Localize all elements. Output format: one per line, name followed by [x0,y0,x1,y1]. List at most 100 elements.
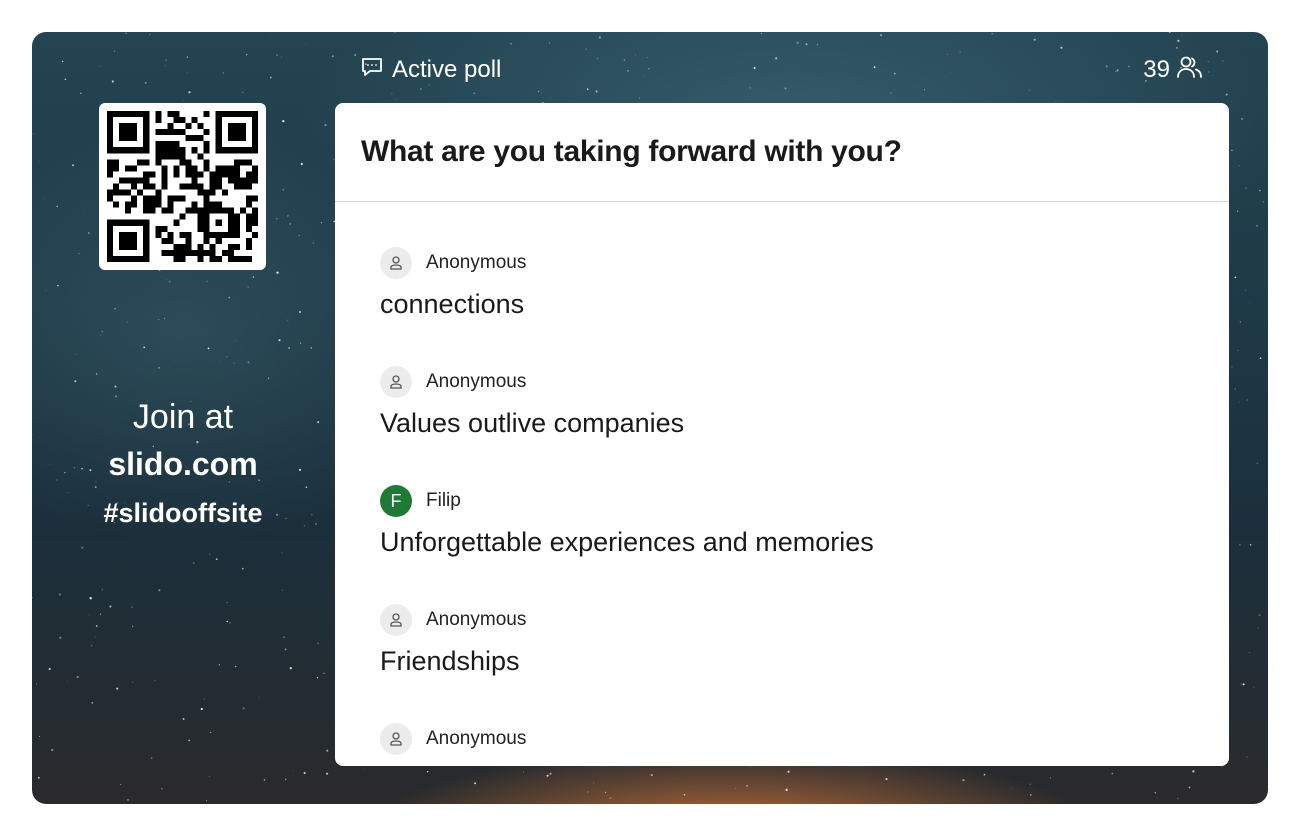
qr-module [215,219,222,226]
star [234,665,237,668]
qr-module [191,201,198,208]
qr-module [155,147,162,154]
star [220,360,222,362]
star [161,788,163,790]
qr-module [107,165,114,172]
qr-module [197,123,204,130]
qr-module [167,141,174,148]
star [114,385,117,388]
star [158,319,160,321]
star [753,67,756,69]
list-item: Anonymous Friendships [380,604,526,678]
star [234,340,236,342]
star [354,54,356,56]
qr-module [233,171,240,178]
star [775,57,778,60]
star [1049,777,1051,779]
star [1211,75,1213,76]
star [816,44,819,46]
star [286,214,289,217]
participant-counter: 39 [1143,56,1204,84]
qr-module [203,129,210,136]
star [1241,118,1243,120]
qr-module [185,159,192,166]
qr-module [167,147,174,154]
qr-module [167,111,174,118]
star [1256,462,1258,464]
person-icon [380,366,412,398]
star [303,524,306,527]
join-instructions: Join at slido.com #slidooffsite [70,395,296,537]
qr-module [119,177,126,184]
star [116,687,119,690]
qr-module [215,171,222,178]
qr-module [107,171,114,178]
qr-module [251,213,258,220]
star [58,593,62,596]
star [1234,276,1237,279]
star [143,346,146,349]
qr-module [233,225,240,232]
star [1231,149,1233,152]
star [364,768,365,770]
qr-module [155,225,162,232]
star [191,552,193,554]
star [269,76,272,79]
star [962,778,965,782]
star [298,468,302,471]
qr-module [215,165,222,172]
star [316,677,319,679]
qr-module [179,183,186,190]
qr-module [155,195,162,202]
qr-module [185,243,192,250]
qr-module [125,165,132,172]
qr-module [185,135,192,142]
qr-module [191,249,198,256]
star [598,36,601,39]
star [76,675,79,679]
qr-module [203,201,210,208]
qr-module [137,189,144,196]
star [292,770,294,771]
star [206,280,208,283]
qr-module [143,183,150,190]
chat-bubble-icon [360,55,384,86]
star [1111,772,1114,775]
star [1210,87,1212,89]
star [593,782,595,784]
author-name: Anonymous [426,371,527,392]
join-site: slido.com [108,446,258,482]
response-author: Anonymous [380,366,684,398]
qr-module [215,237,222,244]
star [125,32,127,35]
qr-module [209,255,216,262]
join-qr-code[interactable] [99,103,266,270]
qr-module [179,243,186,250]
star [32,742,33,744]
qr-module [155,201,162,208]
qr-module [203,237,210,244]
star [785,788,788,791]
qr-module [185,231,192,238]
star [1246,756,1248,758]
star [99,65,101,67]
star [683,793,686,796]
star [282,589,284,591]
star [149,34,151,36]
list-item: Anonymous Values outlive companies [380,366,684,440]
star [983,773,986,776]
star [32,133,35,135]
star [45,557,46,559]
qr-module [185,123,192,130]
star [924,89,925,91]
star [95,625,98,627]
response-text: connections [380,289,525,319]
star [186,56,188,58]
star [101,330,104,333]
qr-module [137,177,144,184]
qr-module [203,249,210,256]
person-icon [380,247,412,279]
star [326,772,329,775]
qr-module [209,177,216,184]
star [215,558,218,561]
